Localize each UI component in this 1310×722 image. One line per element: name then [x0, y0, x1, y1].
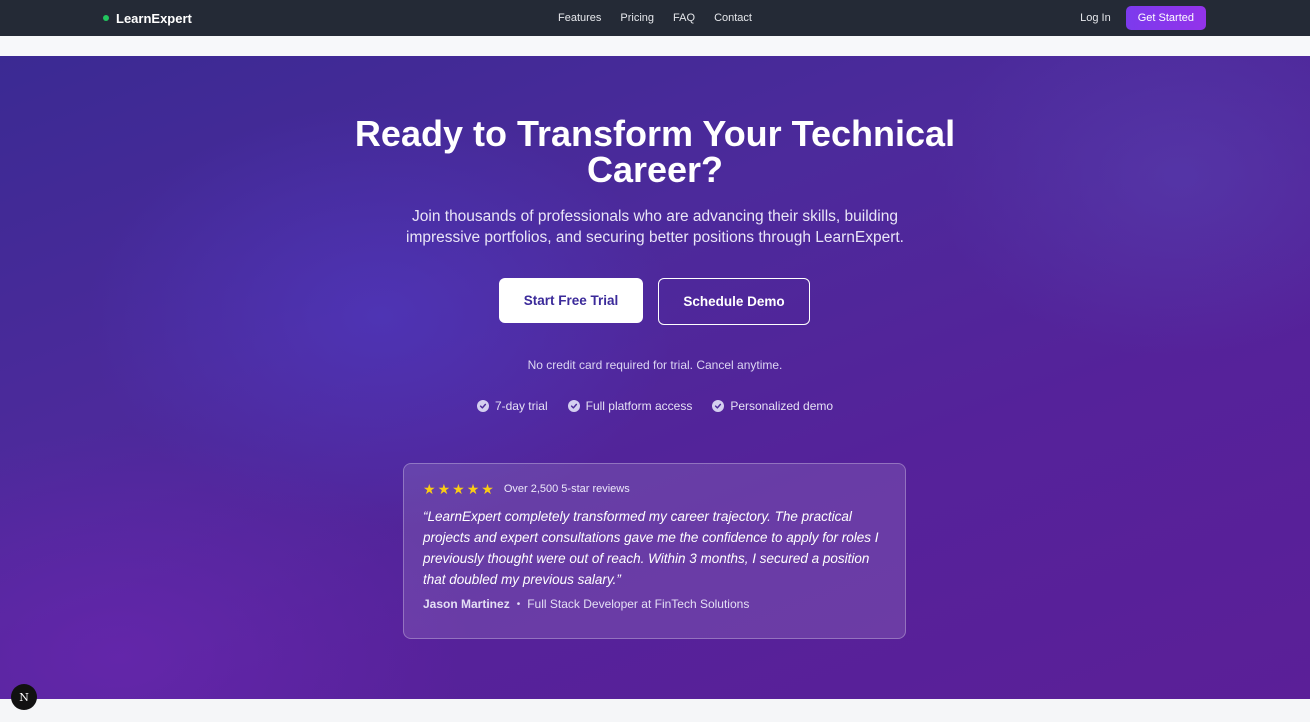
feature-list: 7-day trial Full platform access Persona… — [0, 399, 1310, 413]
top-navbar: LearnExpert Features Pricing FAQ Contact… — [0, 0, 1310, 36]
feature-item: Full platform access — [567, 399, 693, 413]
star-rating: ★ ★ ★ ★ ★ — [423, 482, 494, 496]
get-started-button[interactable]: Get Started — [1125, 6, 1206, 30]
nav-link-faq[interactable]: FAQ — [673, 12, 695, 24]
dev-indicator-badge[interactable]: N — [11, 684, 37, 710]
start-free-trial-button[interactable]: Start Free Trial — [499, 278, 643, 323]
feature-label: 7-day trial — [494, 399, 548, 413]
star-icon: ★ — [466, 481, 480, 497]
star-icon: ★ — [481, 481, 494, 497]
testimonial-card: ★ ★ ★ ★ ★ Over 2,500 5-star reviews “Lea… — [403, 463, 906, 639]
check-circle-icon — [712, 400, 725, 412]
nav-link-features[interactable]: Features — [558, 12, 601, 24]
feature-item: Personalized demo — [712, 399, 833, 413]
check-circle-icon — [567, 400, 580, 412]
star-icon: ★ — [423, 481, 436, 497]
separator-dot: • — [516, 598, 521, 610]
star-icon: ★ — [437, 481, 451, 497]
feature-item: 7-day trial — [476, 399, 548, 413]
top-spacer — [0, 36, 1310, 56]
nav-link-pricing[interactable]: Pricing — [620, 12, 654, 24]
feature-label: Full platform access — [585, 399, 693, 413]
cta-hero-section: Ready to Transform Your Technical Career… — [0, 56, 1310, 699]
author-role: Full Stack Developer at FinTech Solution… — [527, 597, 750, 611]
rating-row: ★ ★ ★ ★ ★ Over 2,500 5-star reviews — [423, 482, 886, 496]
star-icon: ★ — [452, 481, 465, 497]
hero-title: Ready to Transform Your Technical Career… — [354, 113, 956, 190]
bottom-spacer — [0, 699, 1310, 722]
reviews-count: Over 2,500 5-star reviews — [503, 483, 630, 495]
feature-label: Personalized demo — [730, 399, 834, 413]
nav-actions: Log In Get Started — [1080, 6, 1206, 30]
testimonial-author: Jason Martinez • Full Stack Developer at… — [423, 597, 886, 611]
nav-link-contact[interactable]: Contact — [714, 12, 752, 24]
author-name: Jason Martinez — [423, 597, 510, 611]
testimonial-quote: “LearnExpert completely transformed my c… — [423, 509, 879, 587]
check-circle-icon — [476, 400, 489, 412]
hero-subtitle: Join thousands of professionals who are … — [406, 208, 904, 246]
login-link[interactable]: Log In — [1080, 12, 1111, 24]
schedule-demo-button[interactable]: Schedule Demo — [658, 278, 810, 325]
trial-note: No credit card required for trial. Cance… — [527, 358, 783, 372]
